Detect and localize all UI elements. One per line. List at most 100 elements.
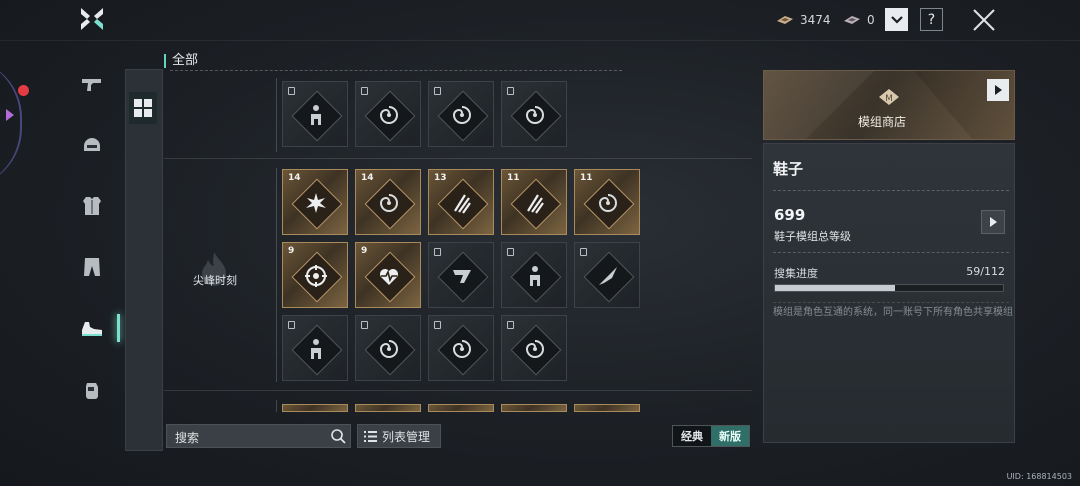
section-title: 全部 bbox=[164, 54, 198, 68]
list-icon bbox=[364, 430, 377, 442]
level-detail-button[interactable] bbox=[981, 210, 1005, 234]
module-card[interactable]: 9 bbox=[355, 242, 421, 308]
shop-label: 模组商店 bbox=[858, 115, 907, 129]
module-card[interactable]: 11 bbox=[574, 169, 640, 235]
svg-text:M: M bbox=[885, 94, 893, 104]
side-menu-arc bbox=[0, 58, 22, 188]
module-card[interactable] bbox=[355, 81, 421, 147]
category-armor[interactable] bbox=[74, 188, 110, 224]
heart-icon bbox=[380, 269, 398, 285]
list-manage-button[interactable]: 列表管理 bbox=[357, 424, 441, 448]
toggle-new[interactable]: 新版 bbox=[711, 426, 749, 446]
module-card[interactable] bbox=[574, 242, 640, 308]
close-icon[interactable] bbox=[970, 6, 998, 34]
expand-arrow-icon[interactable] bbox=[4, 108, 16, 122]
lock-icon bbox=[580, 248, 587, 256]
filter-bar bbox=[125, 69, 163, 451]
module-card[interactable] bbox=[428, 81, 494, 147]
group-label: 尖峰时刻 bbox=[193, 274, 237, 287]
module-level: 11 bbox=[580, 173, 593, 183]
module-card[interactable]: 11 bbox=[501, 169, 567, 235]
currency-1: 3474 bbox=[776, 11, 831, 29]
module-description: 模组是角色互通的系统，同一账号下所有角色共享模组 bbox=[773, 307, 1013, 318]
dropdown-button[interactable] bbox=[885, 8, 908, 31]
notification-dot bbox=[18, 85, 29, 96]
module-card[interactable] bbox=[501, 242, 567, 308]
swirl-icon bbox=[452, 106, 471, 124]
grid-icon bbox=[134, 99, 152, 117]
category-list bbox=[66, 56, 120, 440]
layout-toggle[interactable]: 经典 新版 bbox=[672, 425, 750, 447]
lock-icon bbox=[288, 87, 295, 95]
currency-2-value: 0 bbox=[867, 13, 875, 27]
figure-icon bbox=[530, 266, 540, 286]
helmet-icon bbox=[84, 138, 100, 151]
category-pants[interactable] bbox=[74, 249, 110, 285]
swirl-icon bbox=[598, 194, 617, 212]
lock-icon bbox=[507, 321, 514, 329]
armor-icon bbox=[83, 197, 101, 215]
module-card-partial bbox=[501, 404, 567, 412]
currency-chip-icon bbox=[777, 16, 793, 24]
search-input[interactable]: 搜索 bbox=[166, 424, 351, 448]
category-weapon[interactable] bbox=[74, 66, 110, 102]
module-card[interactable]: 9 bbox=[282, 242, 348, 308]
currency-1-value: 3474 bbox=[800, 13, 831, 27]
lock-icon bbox=[507, 248, 514, 256]
module-card[interactable]: 14 bbox=[355, 169, 421, 235]
knife-icon bbox=[599, 267, 617, 285]
collect-progress-fill bbox=[775, 285, 895, 291]
category-gloves[interactable] bbox=[74, 371, 110, 407]
group-divider bbox=[164, 390, 752, 391]
total-level-value: 699 bbox=[774, 206, 806, 224]
module-card-partial bbox=[282, 404, 348, 412]
title-divider bbox=[170, 70, 622, 71]
module-level: 11 bbox=[507, 173, 520, 183]
pistol-icon bbox=[82, 79, 101, 91]
category-helmet[interactable] bbox=[74, 127, 110, 163]
module-card[interactable] bbox=[501, 81, 567, 147]
burst-icon bbox=[306, 193, 326, 213]
module-card[interactable] bbox=[501, 315, 567, 381]
module-card-partial bbox=[574, 404, 640, 412]
lock-icon bbox=[288, 321, 295, 329]
total-level-label: 鞋子模组总等级 bbox=[774, 230, 851, 243]
swirl-icon bbox=[525, 340, 544, 358]
help-button[interactable]: ? bbox=[920, 8, 943, 31]
toggle-classic[interactable]: 经典 bbox=[673, 426, 711, 446]
lock-icon bbox=[361, 87, 368, 95]
swirl-icon bbox=[452, 340, 471, 358]
shop-enter-button[interactable] bbox=[987, 79, 1009, 101]
game-logo-icon bbox=[81, 8, 103, 30]
module-card[interactable] bbox=[428, 315, 494, 381]
all-filter-button[interactable] bbox=[129, 92, 157, 124]
swirl-icon bbox=[379, 194, 398, 212]
module-level: 14 bbox=[288, 173, 301, 183]
lock-icon bbox=[434, 87, 441, 95]
lock-icon bbox=[361, 321, 368, 329]
module-card-partial bbox=[355, 404, 421, 412]
info-title: 鞋子 bbox=[773, 160, 804, 178]
list-manage-label: 列表管理 bbox=[382, 429, 431, 444]
column-divider bbox=[276, 400, 277, 412]
play-arrow-icon bbox=[995, 85, 1002, 95]
module-card[interactable]: 14 bbox=[282, 169, 348, 235]
info-divider bbox=[773, 252, 1009, 253]
module-card[interactable] bbox=[428, 242, 494, 308]
blade-icon bbox=[453, 270, 471, 283]
swirl-icon bbox=[525, 106, 544, 124]
module-card[interactable] bbox=[282, 315, 348, 381]
module-card[interactable] bbox=[355, 315, 421, 381]
module-card-partial bbox=[428, 404, 494, 412]
search-icon[interactable] bbox=[330, 428, 346, 444]
info-divider bbox=[773, 190, 1009, 191]
target-icon bbox=[305, 265, 327, 287]
collect-progress-value: 59/112 bbox=[966, 265, 1005, 278]
module-card[interactable] bbox=[282, 81, 348, 147]
column-divider bbox=[276, 78, 277, 152]
collect-progress-label: 搜集进度 bbox=[774, 267, 818, 280]
top-bar bbox=[0, 0, 1080, 41]
category-shoes[interactable] bbox=[74, 310, 120, 346]
module-card[interactable]: 13 bbox=[428, 169, 494, 235]
group-divider bbox=[164, 158, 752, 159]
